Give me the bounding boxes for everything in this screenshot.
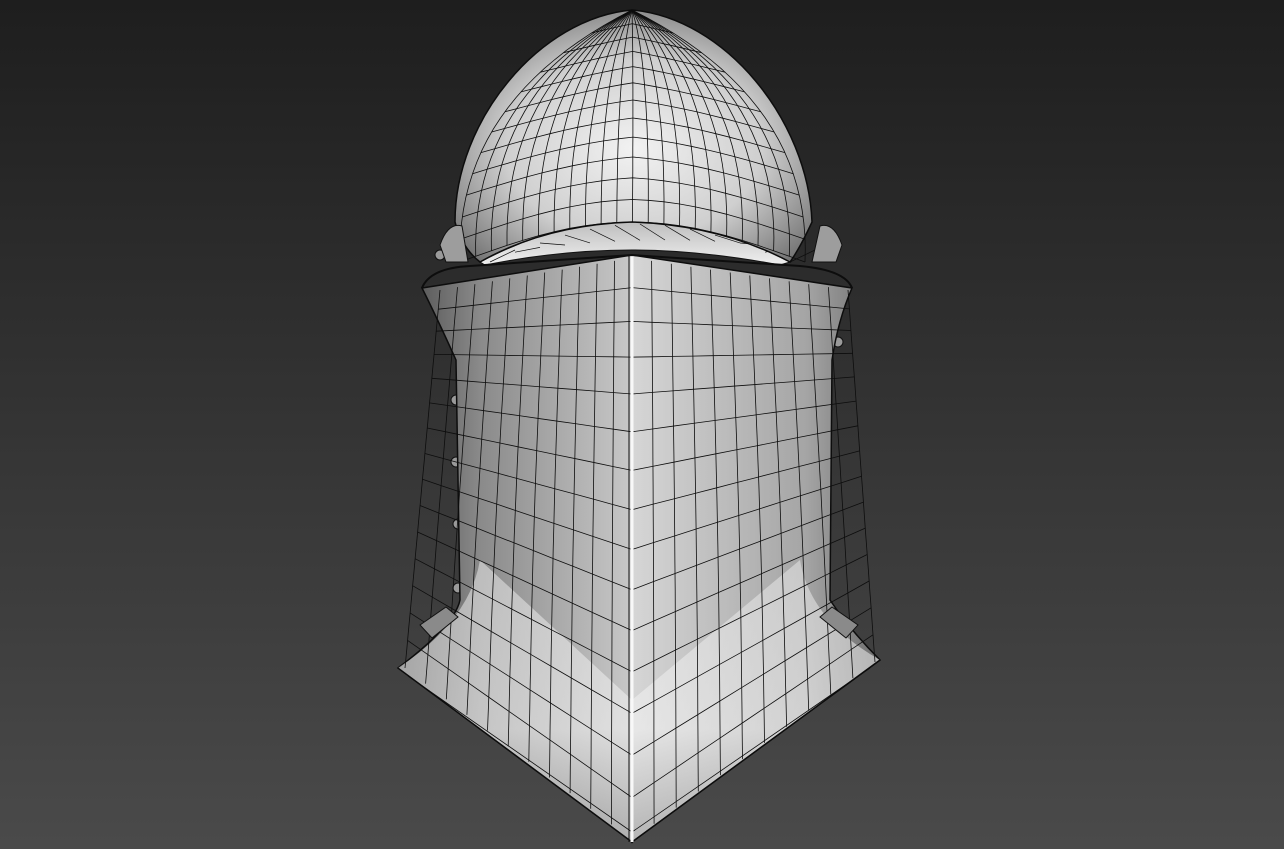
3d-viewport[interactable] <box>0 0 1284 849</box>
helmet-render <box>0 0 1284 849</box>
